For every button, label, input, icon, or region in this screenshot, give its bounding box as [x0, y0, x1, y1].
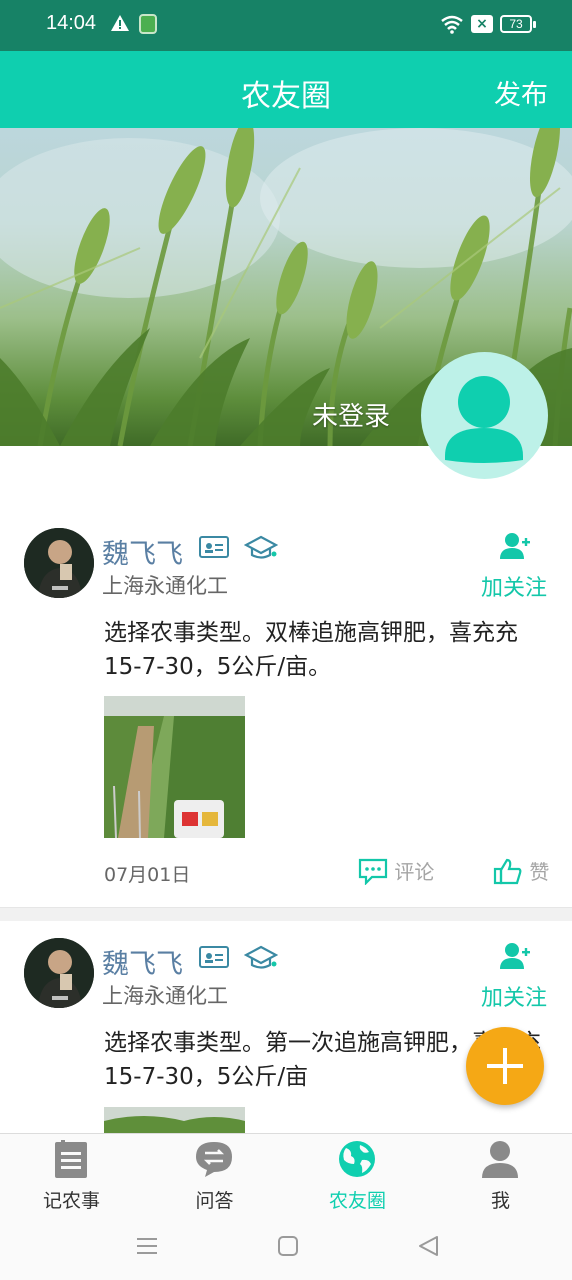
app-notification-icon	[139, 14, 157, 34]
id-card-icon	[199, 536, 229, 558]
notebook-icon	[55, 1140, 87, 1178]
person-icon	[482, 1141, 518, 1178]
person-icon	[445, 376, 523, 463]
wifi-icon	[441, 15, 463, 34]
plus-icon	[487, 1048, 523, 1084]
home-icon[interactable]	[276, 1234, 300, 1258]
post-content: 选择农事类型。双棒追施高钾肥，喜充充15-7-30，5公斤/亩。	[104, 620, 518, 680]
post-image[interactable]	[104, 1107, 245, 1133]
user-avatar[interactable]	[421, 352, 548, 479]
back-icon[interactable]	[417, 1234, 441, 1258]
post-date: 07月01日	[104, 864, 191, 886]
nav-item-qa[interactable]: 问答	[143, 1134, 286, 1217]
publish-button[interactable]: 发布	[494, 73, 548, 112]
nav-label: 我	[490, 1190, 510, 1212]
like-label: 赞	[529, 860, 550, 884]
menu-icon[interactable]	[135, 1234, 159, 1258]
author-name[interactable]: 魏飞飞	[102, 942, 183, 981]
author-avatar[interactable]	[24, 528, 94, 598]
globe-icon	[339, 1141, 375, 1177]
graduation-cap-icon	[244, 535, 278, 559]
author-avatar[interactable]	[24, 938, 94, 1008]
like-button[interactable]: 赞	[493, 856, 549, 885]
bottom-navigation: 记农事 问答 农友圈 我	[0, 1133, 572, 1216]
id-card-glyph	[205, 543, 223, 553]
post-divider	[0, 907, 572, 921]
nav-item-farm-circle[interactable]: 农友圈	[286, 1134, 429, 1217]
follow-button[interactable]: 加关注	[481, 570, 547, 602]
battery-icon: 73	[500, 15, 536, 33]
comment-label: 评论	[394, 860, 435, 884]
status-bar: 14:04 × 73	[0, 0, 572, 51]
system-navigation-bar	[0, 1216, 572, 1280]
nav-label: 问答	[195, 1190, 234, 1212]
comment-button[interactable]: 评论	[358, 856, 435, 886]
top-app-bar: 农友圈 发布	[0, 51, 572, 128]
status-time: 14:04	[46, 12, 97, 34]
corn-field-photo	[104, 696, 245, 838]
add-user-icon[interactable]	[500, 532, 530, 560]
sim-blocked-icon: ×	[471, 15, 493, 33]
id-card-glyph	[205, 953, 223, 963]
warning-icon	[111, 15, 129, 31]
nav-item-farm-log[interactable]: 记农事	[0, 1134, 143, 1217]
nav-label: 记农事	[42, 1190, 100, 1212]
page-title: 农友圈	[241, 79, 331, 114]
comment-icon	[358, 858, 388, 886]
author-company: 上海永通化工	[102, 574, 228, 598]
field-photo	[104, 1107, 245, 1133]
author-company: 上海永通化工	[102, 984, 228, 1008]
nav-label: 农友圈	[328, 1190, 386, 1212]
post-image[interactable]	[104, 696, 245, 838]
thumbs-up-icon	[493, 858, 522, 884]
nav-item-me[interactable]: 我	[429, 1134, 572, 1217]
author-photo	[24, 938, 94, 1008]
graduation-cap-icon	[244, 945, 278, 969]
add-user-icon[interactable]	[500, 942, 530, 970]
add-post-button[interactable]	[466, 1027, 544, 1105]
author-photo	[24, 528, 94, 598]
author-name[interactable]: 魏飞飞	[102, 532, 183, 571]
login-status-label[interactable]: 未登录	[312, 396, 390, 433]
id-card-icon	[199, 946, 229, 968]
chat-exchange-icon	[196, 1142, 232, 1177]
post-card: 魏飞飞 上海永通化工 加关注 选择农事类型。双棒追施高钾肥，喜充充15-7-30…	[0, 446, 572, 907]
follow-button[interactable]: 加关注	[481, 980, 547, 1012]
